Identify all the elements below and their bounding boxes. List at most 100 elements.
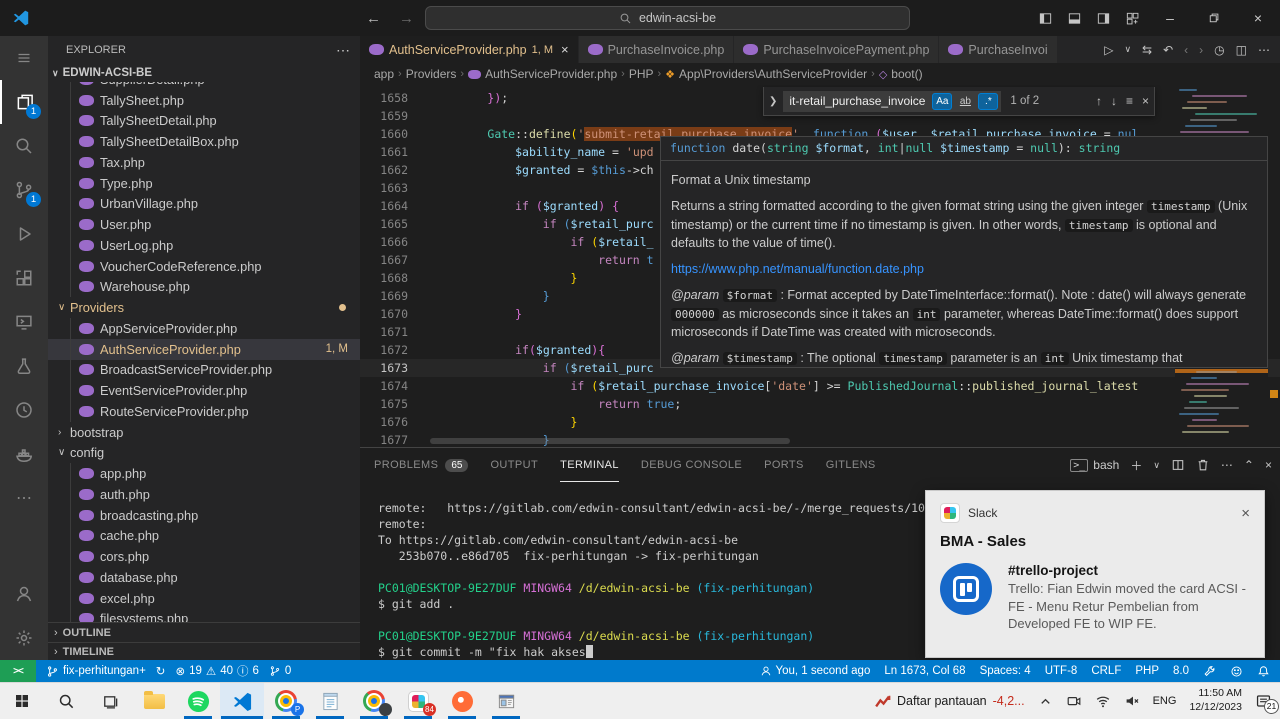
panel-tab-output[interactable]: OUTPUT <box>490 448 538 482</box>
file-item[interactable]: filesystems.php <box>48 609 360 623</box>
code-editor[interactable]: 1658 });16591660 Gate::define('submit-re… <box>360 85 1280 447</box>
file-item[interactable]: Type.php <box>48 173 360 194</box>
window-search-input[interactable]: edwin-acsi-be <box>425 6 910 30</box>
sync-changes-icon[interactable]: ⇆ <box>1142 43 1152 57</box>
php-version[interactable]: 8.0 <box>1173 665 1189 677</box>
php-manual-link[interactable]: https://www.php.net/manual/function.date… <box>671 262 924 276</box>
run-icon[interactable]: ▷ <box>1104 43 1113 57</box>
notification-center[interactable]: 21 <box>1255 693 1272 710</box>
file-history-icon[interactable]: ◷ <box>1214 43 1224 57</box>
panel-tab-terminal[interactable]: TERMINAL <box>560 448 619 482</box>
file-item[interactable]: AuthServiceProvider.php1, M <box>48 339 360 360</box>
breadcrumb-item[interactable]: ◇boot() <box>879 67 923 81</box>
file-item[interactable]: broadcasting.php <box>48 505 360 526</box>
kill-terminal-icon[interactable] <box>1196 458 1210 472</box>
file-item[interactable]: AppServiceProvider.php <box>48 318 360 339</box>
panel-tab-debug-console[interactable]: DEBUG CONSOLE <box>641 448 742 482</box>
project-root[interactable]: ∨ EDWIN-ACSI-BE <box>48 64 360 82</box>
file-item[interactable]: database.php <box>48 567 360 588</box>
file-item[interactable]: Tax.php <box>48 152 360 173</box>
tray-expand-icon[interactable] <box>1038 694 1053 709</box>
whole-word-toggle[interactable]: ab <box>955 93 975 110</box>
close-tab-icon[interactable]: × <box>561 42 569 57</box>
explorer-more-actions-icon[interactable]: ⋯ <box>336 42 350 59</box>
stock-chart-icon[interactable] <box>874 693 891 710</box>
breadcrumb-item[interactable]: Providers <box>406 67 457 81</box>
file-item[interactable]: BroadcastServiceProvider.php <box>48 360 360 381</box>
panel-tab-gitlens[interactable]: GITLENS <box>826 448 876 482</box>
minimize-icon[interactable]: – <box>1148 0 1192 36</box>
wifi-icon[interactable] <box>1095 693 1111 709</box>
sync-changes-button[interactable]: ↻ <box>156 664 166 678</box>
taskbar-search[interactable] <box>44 683 88 719</box>
feedback-button[interactable] <box>1230 665 1243 678</box>
taskbar-slack[interactable]: 84 <box>396 683 440 719</box>
indentation-setting[interactable]: Spaces: 4 <box>980 665 1031 677</box>
file-item[interactable]: cache.php <box>48 526 360 547</box>
breadcrumb-item[interactable]: PHP <box>629 67 654 81</box>
find-in-selection-icon[interactable]: ≡ <box>1126 94 1133 108</box>
file-item[interactable]: app.php <box>48 463 360 484</box>
blame-annotation[interactable]: You, 1 second ago <box>760 665 871 677</box>
tools-button[interactable] <box>1203 665 1216 678</box>
breadcrumb-item[interactable]: app <box>374 67 394 81</box>
match-case-toggle[interactable]: Aa <box>932 93 952 110</box>
activity-explorer[interactable]: 1 <box>0 80 48 124</box>
taskbar-task-view[interactable] <box>88 683 132 719</box>
split-editor-icon[interactable]: ◫ <box>1236 43 1247 57</box>
eol-setting[interactable]: CRLF <box>1091 665 1121 677</box>
new-terminal-icon[interactable]: ＋ <box>1130 457 1142 474</box>
notifications-button[interactable] <box>1257 665 1270 678</box>
more-actions-icon[interactable]: ⋯ <box>1221 458 1233 472</box>
file-item[interactable]: SupplierDetail.php <box>48 82 360 90</box>
file-item[interactable]: cors.php <box>48 546 360 567</box>
slack-notification-toast[interactable]: Slack × BMA - Sales #trello-project Trel… <box>925 490 1265 658</box>
remote-indicator[interactable]: >< <box>0 660 36 682</box>
maximize-panel-icon[interactable]: ⌃ <box>1244 458 1254 472</box>
branch-indicator[interactable]: fix-perhitungan+ <box>46 665 146 678</box>
tab-purchaseinvoicepayment-php[interactable]: PurchaseInvoicePayment.php <box>734 36 939 63</box>
timeline-section[interactable]: › TIMELINE <box>48 642 360 660</box>
restore-icon[interactable] <box>1192 0 1236 36</box>
stock-widget[interactable]: Daftar pantauan-4,2... <box>874 693 1025 710</box>
activity-source-control[interactable]: 1 <box>0 168 48 212</box>
activity-extensions[interactable] <box>0 256 48 300</box>
meet-now-icon[interactable] <box>1066 693 1082 709</box>
tab-purchaseinvoice-php[interactable]: PurchaseInvoice.php <box>579 36 735 63</box>
language-mode[interactable]: PHP <box>1135 665 1159 677</box>
find-expand-icon[interactable]: ❯ <box>769 96 777 107</box>
folder-item[interactable]: ›bootstrap <box>48 422 360 443</box>
volume-muted-icon[interactable] <box>1124 693 1140 709</box>
file-item[interactable]: EventServiceProvider.php <box>48 380 360 401</box>
file-item[interactable]: RouteServiceProvider.php <box>48 401 360 422</box>
taskbar-postman[interactable] <box>440 683 484 719</box>
file-item[interactable]: TallySheetDetailBox.php <box>48 131 360 152</box>
activity-remote-explorer[interactable] <box>0 300 48 344</box>
tab-purchaseinvoi[interactable]: PurchaseInvoi <box>939 36 1057 63</box>
taskbar-chrome-profile-2[interactable] <box>352 683 396 719</box>
taskbar-spotify[interactable] <box>176 683 220 719</box>
close-icon[interactable]: × <box>1236 0 1280 36</box>
file-item[interactable]: TallySheet.php <box>48 90 360 111</box>
taskbar-start[interactable] <box>0 683 44 719</box>
activity-search[interactable] <box>0 124 48 168</box>
toast-close-icon[interactable]: × <box>1241 505 1250 522</box>
close-panel-icon[interactable]: × <box>1265 458 1272 472</box>
panel-tab-problems[interactable]: PROBLEMS65 <box>374 448 468 482</box>
prev-change-icon[interactable]: ‹ <box>1184 43 1188 57</box>
breadcrumb-item[interactable]: ❖App\Providers\AuthServiceProvider <box>665 67 867 81</box>
file-item[interactable]: User.php <box>48 214 360 235</box>
horizontal-scrollbar[interactable] <box>430 438 790 444</box>
activity-docker[interactable] <box>0 432 48 476</box>
toggle-panel-icon[interactable] <box>1067 11 1082 26</box>
next-change-icon[interactable]: › <box>1199 43 1203 57</box>
run-dropdown-icon[interactable]: ∨ <box>1124 44 1131 55</box>
file-item[interactable]: VoucherCodeReference.php <box>48 256 360 277</box>
taskbar-chrome-profile-1[interactable]: P <box>264 683 308 719</box>
customize-layout-icon[interactable] <box>1125 11 1140 26</box>
taskbar-file-explorer[interactable] <box>132 683 176 719</box>
language-indicator[interactable]: ENG <box>1153 695 1177 707</box>
clock[interactable]: 11:50 AM12/12/2023 <box>1189 687 1242 714</box>
outline-section[interactable]: › OUTLINE <box>48 622 360 642</box>
encoding-setting[interactable]: UTF-8 <box>1045 665 1078 677</box>
